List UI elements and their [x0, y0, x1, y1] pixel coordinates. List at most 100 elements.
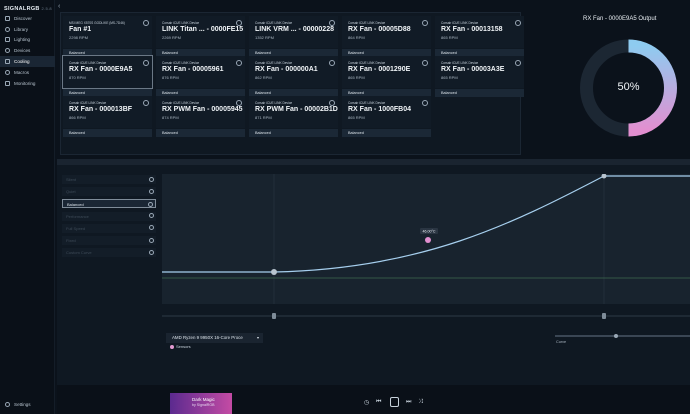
- gear-icon[interactable]: [149, 249, 154, 255]
- mode-item[interactable]: Quiet: [62, 187, 156, 197]
- sensors-legend[interactable]: Sensors: [170, 344, 191, 349]
- fan-card[interactable]: Corsair iCUE LINK Device LINK VRM ... - 0…: [249, 16, 338, 57]
- fan-card-header: Corsair iCUE LINK Device RX Fan - 000000A…: [249, 56, 338, 88]
- gear-icon[interactable]: [236, 100, 242, 106]
- x-slider-handle[interactable]: [602, 313, 606, 319]
- previous-icon[interactable]: ⏮: [376, 399, 381, 406]
- fan-mode[interactable]: Balanced: [435, 89, 524, 97]
- fan-card[interactable]: Corsair iCUE LINK Device RX Fan - 00005D8…: [342, 16, 431, 57]
- sidebar-item-library[interactable]: Library: [0, 24, 55, 35]
- fan-card[interactable]: Corsair iCUE LINK Device RX Fan - 00003A3…: [435, 56, 524, 97]
- gear-icon[interactable]: [143, 20, 149, 26]
- curve-point[interactable]: [271, 269, 277, 275]
- current-temp-marker: [425, 237, 431, 243]
- fan-device: Corsair iCUE LINK Device: [162, 61, 200, 65]
- sidebar-item-macros[interactable]: Macros: [0, 67, 55, 78]
- gear-icon[interactable]: [149, 188, 154, 194]
- mode-item[interactable]: Fixed: [62, 235, 156, 245]
- sidebar-item-monitoring[interactable]: Monitoring: [0, 78, 55, 89]
- gear-icon[interactable]: [143, 100, 149, 106]
- mode-item[interactable]: Silent: [62, 175, 156, 184]
- gear-icon: [5, 402, 10, 407]
- timer-icon[interactable]: ◷: [364, 399, 369, 406]
- gear-icon[interactable]: [149, 237, 154, 243]
- fan-card[interactable]: Corsair iCUE LINK Device RX PWM Fan - 000…: [249, 96, 338, 137]
- fan-name: RX Fan - 1000FB04: [348, 106, 412, 113]
- fan-mode[interactable]: Balanced: [63, 129, 152, 137]
- song-title: Dark Magic: [192, 397, 215, 402]
- gear-icon[interactable]: [422, 60, 428, 66]
- gear-icon[interactable]: [149, 225, 154, 231]
- shuffle-icon[interactable]: ⤨: [418, 399, 423, 406]
- mode-item[interactable]: Balanced: [62, 199, 156, 209]
- mode-item[interactable]: Full Speed: [62, 223, 156, 233]
- output-title: RX Fan - 0000E9A5 Output: [583, 16, 657, 22]
- mode-label: Custom Curve: [66, 250, 92, 256]
- fan-card[interactable]: Corsair iCUE LINK Device RX Fan - 0000596…: [156, 56, 245, 97]
- fan-card-header: Corsair iCUE LINK Device RX Fan - 00005D8…: [342, 16, 431, 48]
- gear-icon[interactable]: [143, 60, 149, 66]
- fan-name: RX Fan - 0001290E: [348, 66, 411, 73]
- back-chevron-icon[interactable]: ‹: [58, 3, 60, 10]
- fan-card[interactable]: Corsair iCUE LINK Device RX Fan - 0000E9A…: [62, 55, 153, 97]
- next-icon[interactable]: ⏭: [406, 399, 411, 406]
- fan-card-header: Corsair iCUE LINK Device RX Fan - 1000FB0…: [342, 96, 431, 128]
- fan-device: Corsair iCUE LINK Device: [255, 21, 293, 25]
- fan-card-header: Corsair iCUE LINK Device RX Fan - 0000596…: [156, 56, 245, 88]
- curve-slider-knob[interactable]: [614, 333, 618, 338]
- settings-button[interactable]: Settings: [5, 402, 31, 407]
- mode-item[interactable]: Custom Curve: [62, 248, 156, 258]
- gear-icon[interactable]: [422, 100, 428, 106]
- fan-mode[interactable]: Balanced: [249, 129, 338, 137]
- fan-device: Corsair iCUE LINK Device: [69, 61, 107, 65]
- fan-card[interactable]: Corsair iCUE LINK Device RX Fan - 000013B…: [63, 96, 152, 137]
- fan-card[interactable]: Corsair iCUE LINK Device RX Fan - 0001290…: [342, 56, 431, 97]
- mode-item[interactable]: Performance: [62, 211, 156, 221]
- fan-card[interactable]: Corsair iCUE LINK Device RX PWM Fan - 000…: [156, 96, 245, 137]
- library-icon: [5, 26, 10, 32]
- sensor-select[interactable]: AMD Ryzen 9 9950X 16-Core Proce ▾: [166, 333, 263, 343]
- gear-icon[interactable]: [236, 20, 242, 26]
- gear-icon[interactable]: [148, 201, 153, 207]
- curve-slider[interactable]: [555, 335, 690, 337]
- gear-icon[interactable]: [515, 20, 521, 26]
- sidebar-nav: Discover Library Lighting Devices Cooling Mac…: [0, 13, 55, 89]
- gear-icon[interactable]: [329, 100, 335, 106]
- gear-icon[interactable]: [236, 60, 242, 66]
- fan-card-header: Corsair iCUE LINK Device RX Fan - 0000E9A…: [62, 55, 153, 89]
- gear-icon[interactable]: [149, 176, 154, 182]
- sidebar-item-discover[interactable]: Discover: [0, 13, 55, 24]
- fan-name: RX PWM Fan - 00002B1D: [255, 106, 338, 113]
- fan-name: RX Fan - 0000E9A5: [69, 66, 133, 73]
- fan-name: RX Fan - 000000A1: [255, 66, 318, 73]
- gear-icon[interactable]: [422, 20, 428, 26]
- fan-device: Corsair iCUE LINK Device: [255, 101, 293, 105]
- gear-icon[interactable]: [515, 60, 521, 66]
- x-slider-handle[interactable]: [272, 313, 276, 319]
- fan-rpm: 862 RPM: [255, 75, 272, 80]
- fan-card[interactable]: Corsair iCUE LINK Device LINK Titan ... -…: [156, 16, 245, 57]
- fan-name: RX Fan - 000013BF: [69, 106, 133, 113]
- fan-card[interactable]: Corsair iCUE LINK Device RX Fan - 000000A…: [249, 56, 338, 97]
- sidebar-item-lighting[interactable]: Lighting: [0, 35, 55, 46]
- fan-curve-graph[interactable]: 46.00°C: [162, 174, 690, 322]
- fan-mode[interactable]: Balanced: [342, 129, 431, 137]
- gear-icon[interactable]: [149, 213, 154, 219]
- pause-button[interactable]: [390, 397, 399, 407]
- fan-rpm: 865 RPM: [441, 35, 458, 40]
- fan-device: Corsair iCUE LINK Device: [348, 21, 386, 25]
- fan-mode[interactable]: Balanced: [156, 129, 245, 137]
- gear-icon[interactable]: [329, 20, 335, 26]
- sidebar-item-devices[interactable]: Devices: [0, 45, 55, 56]
- fan-rpm: 865 RPM: [441, 75, 458, 80]
- fan-name: LINK VRM ... - 00000228: [255, 26, 334, 33]
- sidebar-item-cooling[interactable]: Cooling: [0, 56, 55, 67]
- fan-rpm: 870 RPM: [69, 75, 86, 80]
- fan-device: Corsair iCUE LINK Device: [69, 101, 107, 105]
- fan-card[interactable]: Corsair iCUE LINK Device RX Fan - 0001315…: [435, 16, 524, 57]
- fan-card[interactable]: Corsair iCUE LINK Device RX Fan - 1000FB0…: [342, 96, 431, 137]
- curve-label: Curve: [556, 340, 567, 344]
- gear-icon[interactable]: [329, 60, 335, 66]
- fan-card[interactable]: MSI MEG X570S GODLIKE (MS-7D46) Fan #1 229…: [63, 16, 152, 57]
- fan-device: Corsair iCUE LINK Device: [441, 21, 479, 25]
